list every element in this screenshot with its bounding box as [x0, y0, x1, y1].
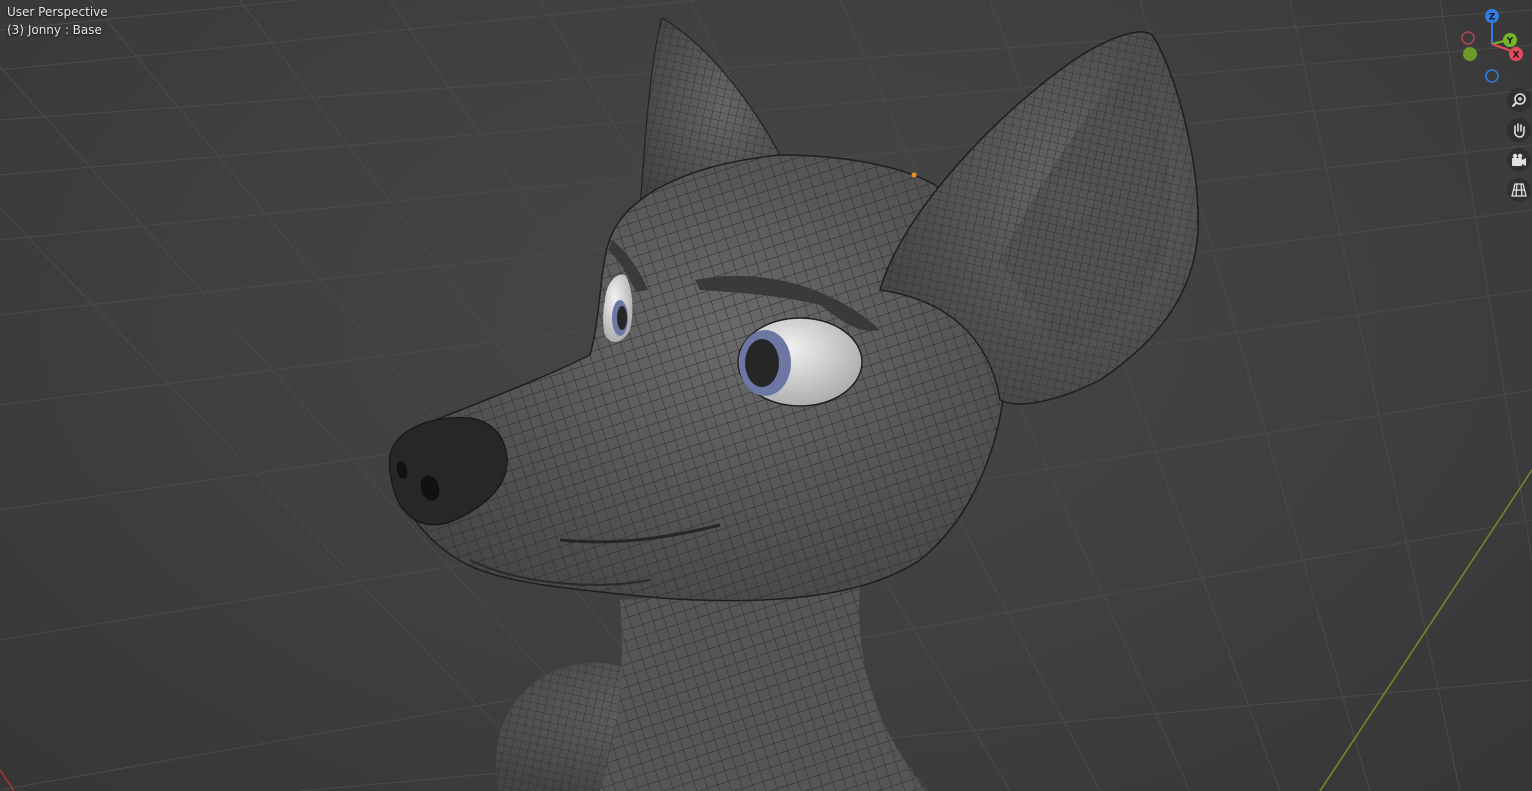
zoom-icon — [1511, 93, 1526, 108]
3d-viewport[interactable]: User Perspective (3) Jonny : Base Z Y X — [0, 0, 1532, 791]
x-axis-line — [0, 769, 15, 791]
axis-y-label: Y — [1506, 37, 1514, 47]
pan-button[interactable] — [1507, 118, 1531, 142]
axis-neg-z[interactable] — [1485, 69, 1499, 83]
axis-x-label: X — [1513, 51, 1520, 61]
camera-button[interactable] — [1507, 148, 1531, 172]
axis-neg-x[interactable] — [1461, 31, 1475, 45]
projection-toggle-button[interactable] — [1507, 178, 1531, 202]
hand-icon — [1514, 123, 1525, 138]
axis-z-label: Z — [1489, 13, 1496, 23]
character-mesh[interactable] — [388, 17, 1199, 791]
view-name-label: User Perspective — [7, 5, 108, 19]
eye-left-pupil — [617, 306, 627, 330]
axis-neg-y[interactable] — [1463, 47, 1477, 61]
y-axis-line — [1319, 469, 1532, 791]
object-origin-point[interactable] — [911, 172, 917, 178]
camera-icon — [1512, 153, 1526, 166]
navigation-gizmo[interactable]: Z Y X — [1452, 4, 1532, 84]
grid-projection-icon — [1511, 183, 1527, 197]
scene-canvas[interactable] — [0, 0, 1532, 791]
object-info-label: (3) Jonny : Base — [7, 23, 102, 37]
zoom-button[interactable] — [1507, 88, 1531, 112]
eye-right-pupil — [745, 339, 779, 387]
